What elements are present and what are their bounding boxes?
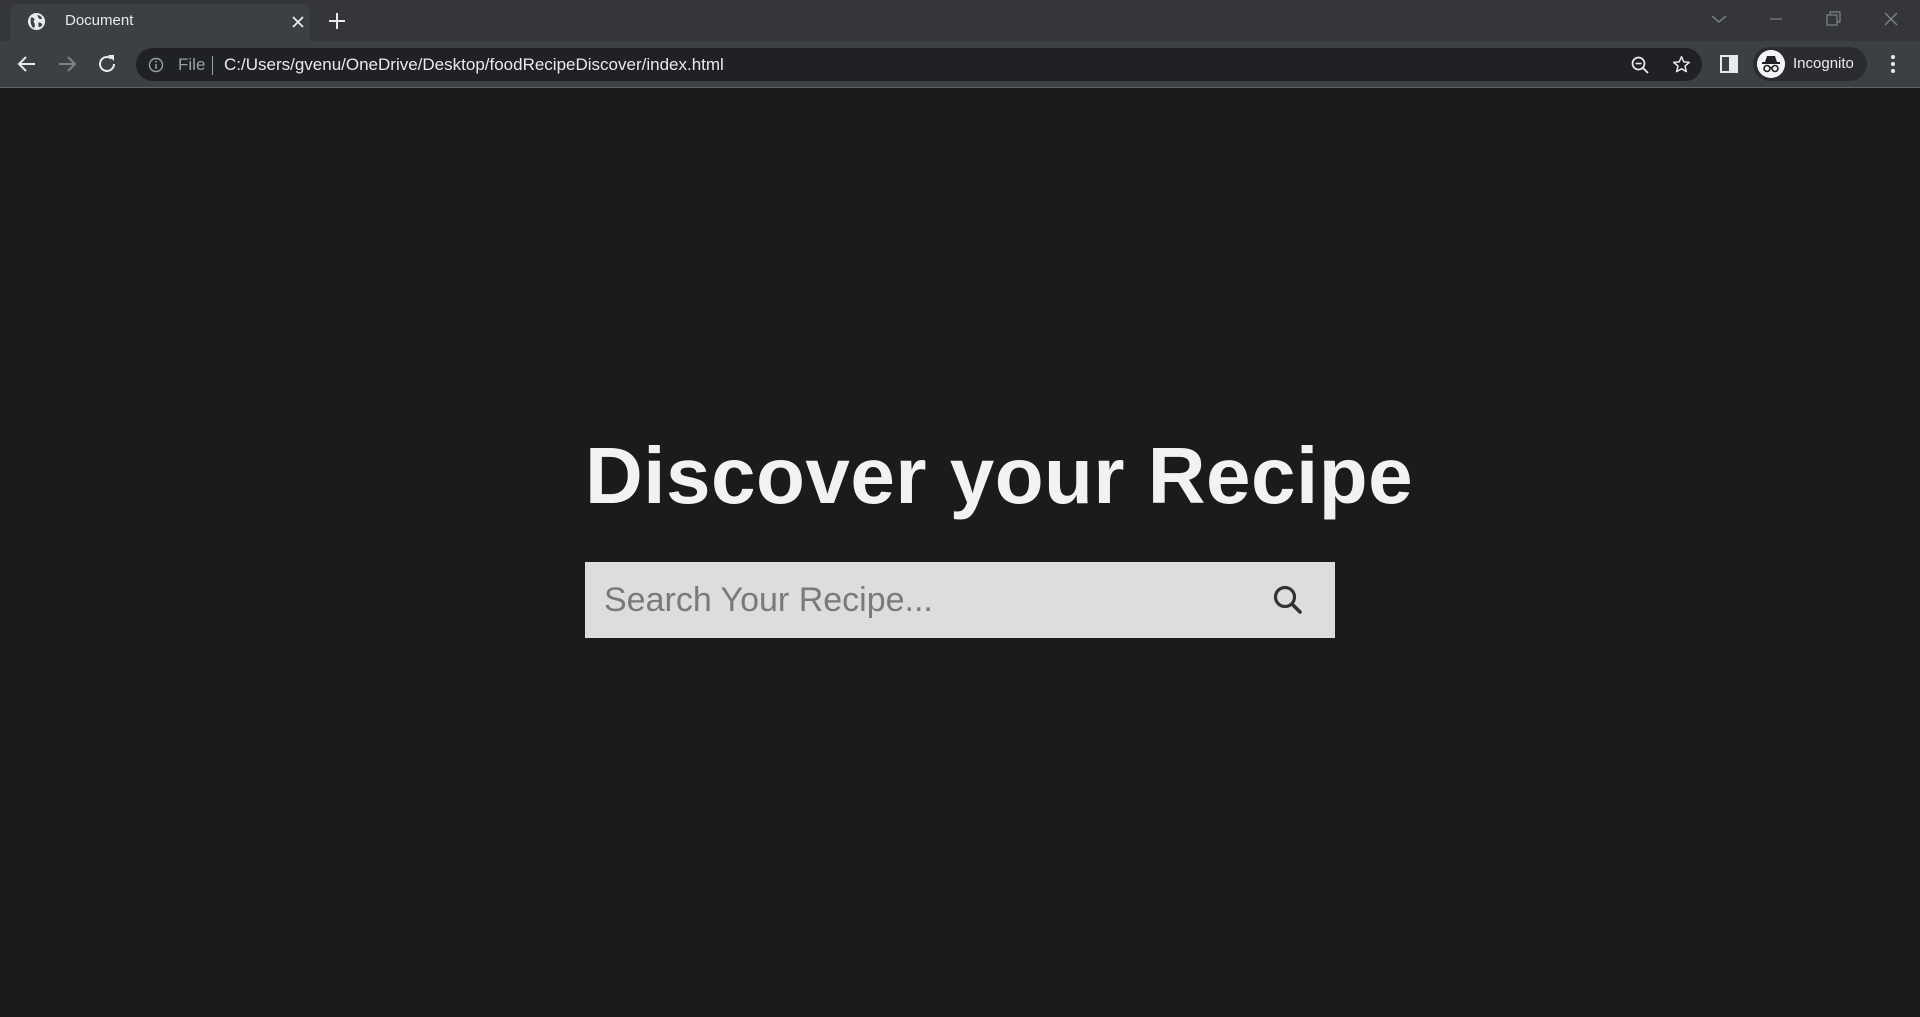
- browser-toolbar: File C:/Users/gvenu/OneDrive/Desktop/foo…: [0, 41, 1920, 88]
- search-button[interactable]: [1270, 582, 1306, 618]
- scheme-label: File: [178, 55, 206, 74]
- page-title: Discover your Recipe: [585, 431, 1414, 520]
- reload-icon[interactable]: [95, 52, 119, 76]
- tab-strip: Document: [0, 0, 1920, 41]
- browser-tab[interactable]: Document: [10, 4, 310, 41]
- plus-icon[interactable]: [327, 11, 347, 31]
- tab-title: Document: [65, 12, 134, 29]
- page-viewport: Discover your Recipe: [0, 89, 1920, 1017]
- scheme-separator: [212, 56, 213, 75]
- url-text[interactable]: C:/Users/gvenu/OneDrive/Desktop/foodReci…: [224, 55, 724, 75]
- search-bar: [585, 562, 1335, 638]
- kebab-menu-icon[interactable]: [1883, 53, 1903, 75]
- info-icon[interactable]: [148, 57, 164, 73]
- forward-icon[interactable]: [55, 52, 79, 76]
- incognito-profile-button[interactable]: Incognito: [1753, 47, 1867, 81]
- address-bar[interactable]: File C:/Users/gvenu/OneDrive/Desktop/foo…: [136, 48, 1702, 81]
- minimize-icon[interactable]: [1766, 9, 1786, 29]
- close-icon[interactable]: [290, 14, 306, 30]
- zoom-out-icon[interactable]: [1630, 55, 1650, 75]
- side-panel-icon[interactable]: [1719, 54, 1739, 74]
- back-icon[interactable]: [15, 52, 39, 76]
- globe-icon: [27, 12, 46, 31]
- search-input[interactable]: [585, 562, 1265, 638]
- restore-icon[interactable]: [1823, 9, 1843, 29]
- star-icon[interactable]: [1671, 54, 1692, 75]
- incognito-label: Incognito: [1793, 55, 1854, 72]
- incognito-icon: [1757, 50, 1785, 78]
- window-close-icon[interactable]: [1881, 9, 1901, 29]
- chevron-down-icon[interactable]: [1709, 9, 1729, 29]
- search-icon: [1273, 585, 1302, 614]
